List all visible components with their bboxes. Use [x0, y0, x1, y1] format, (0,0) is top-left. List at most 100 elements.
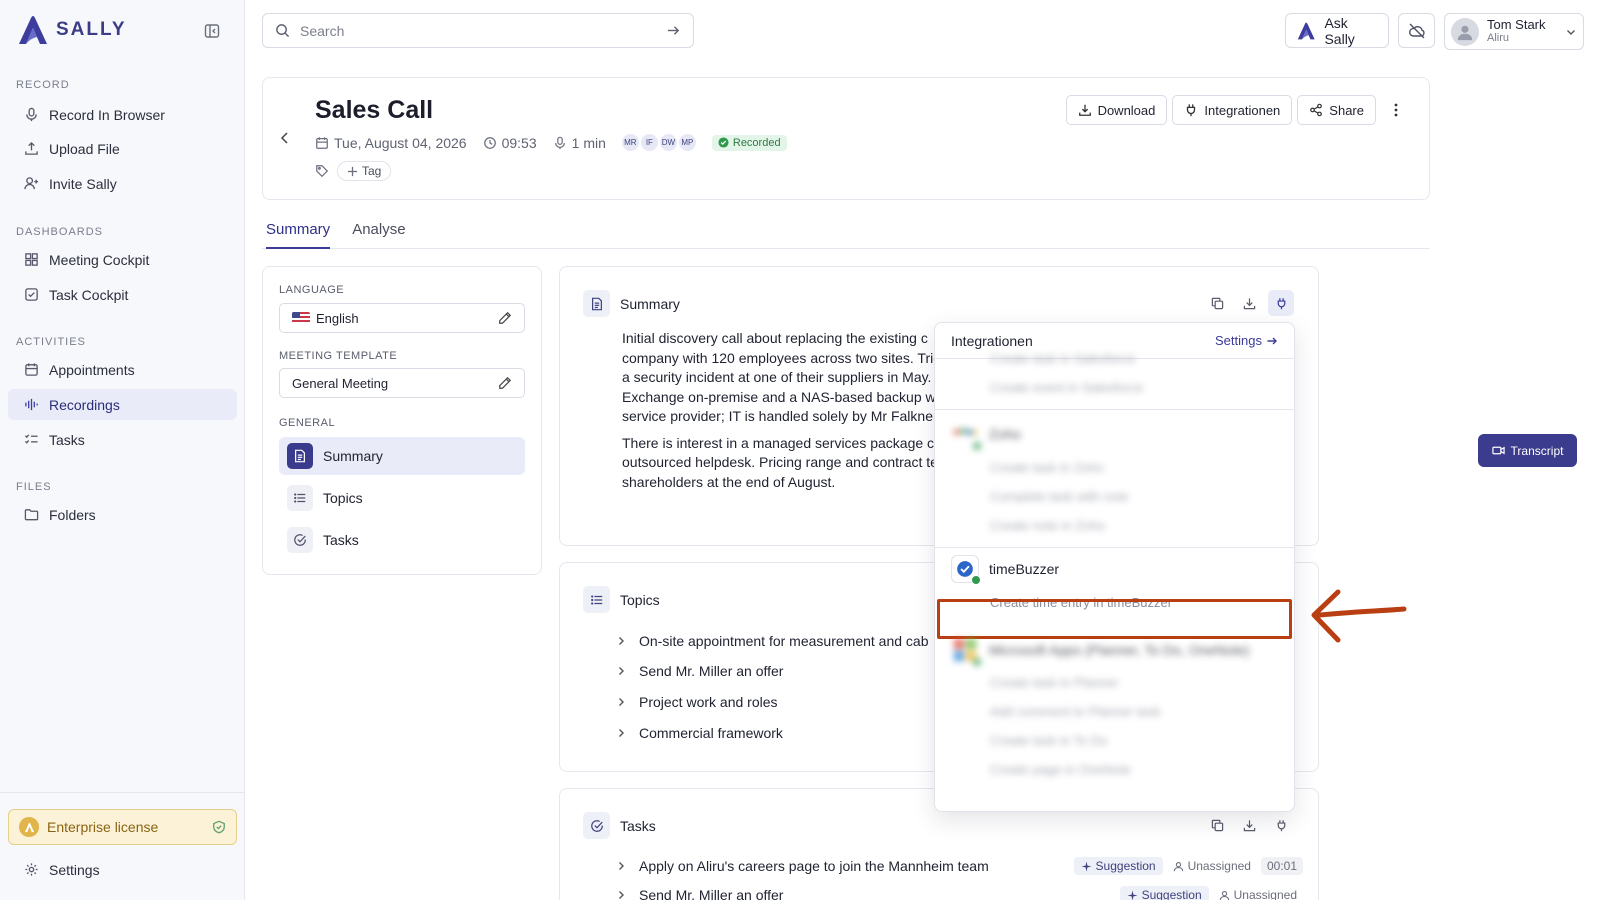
license-badge[interactable]: Enterprise license [8, 809, 237, 845]
integration-action[interactable]: Create task in Planner [990, 675, 1119, 690]
sidebar-item-settings[interactable]: Settings [8, 854, 237, 885]
suggestion-label: Suggestion [1141, 888, 1202, 900]
arrow-right-icon[interactable] [666, 23, 681, 38]
dropdown-divider [935, 409, 1294, 410]
copy-button[interactable] [1204, 290, 1230, 316]
sidebar-item-label: Task Cockpit [49, 286, 129, 303]
integration-action[interactable]: Create note in Zoho [990, 518, 1105, 533]
user-menu[interactable]: Tom Stark Aliru [1444, 13, 1584, 50]
assignee[interactable]: Unassigned [1219, 888, 1297, 900]
panel-nav-label: Topics [323, 490, 363, 506]
language-select[interactable]: English [279, 303, 525, 333]
more-options-button[interactable] [1381, 95, 1411, 125]
camera-off-button[interactable] [1398, 13, 1435, 48]
suggestion-badge[interactable]: Suggestion [1119, 886, 1209, 900]
copy-button[interactable] [1204, 812, 1230, 838]
template-select[interactable]: General Meeting [279, 368, 525, 398]
download-button[interactable] [1236, 812, 1262, 838]
integrations-toggle-button[interactable] [1268, 290, 1294, 316]
task-text: Apply on Aliru's careers page to join th… [639, 858, 989, 874]
integrations-button[interactable]: Integrationen [1172, 95, 1293, 125]
share-label: Share [1329, 102, 1364, 118]
panel-nav-tasks[interactable]: Tasks [279, 521, 525, 559]
summary-paragraph: Initial discovery call about replacing t… [622, 329, 962, 427]
integration-action[interactable]: Create event in Salesforce [990, 380, 1143, 395]
integration-group-timebuzzer: timeBuzzer [951, 555, 1059, 585]
assignee[interactable]: Unassigned [1173, 859, 1251, 873]
sidebar-item-record-in-browser[interactable]: Record In Browser [8, 99, 237, 130]
panel-nav-topics[interactable]: Topics [279, 479, 525, 517]
integration-action[interactable]: Add comment to Planner task [990, 704, 1161, 719]
sidebar: SALLY RECORD Record In Browser Upload Fi… [0, 0, 245, 900]
meeting-meta: Tue, August 04, 2026 09:53 1 min MR IF D… [315, 134, 787, 151]
integration-action[interactable]: Create task in Salesforce [990, 351, 1135, 366]
meeting-duration: 1 min [553, 135, 606, 151]
transcript-label: Transcript [1510, 443, 1564, 458]
integrations-toggle-button[interactable] [1268, 812, 1294, 838]
integrations-settings-link[interactable]: Settings [1215, 333, 1278, 348]
ask-sally-button[interactable]: Ask Sally [1285, 13, 1389, 48]
topic-item[interactable]: Send Mr. Miller an offer [615, 663, 783, 679]
download-icon [1243, 297, 1256, 310]
integration-action[interactable]: Create task in To Do [990, 733, 1108, 748]
header-actions: Download Integrationen Share [1065, 95, 1411, 125]
task-duration: 00:01 [1260, 857, 1303, 875]
panel-nav-label: Tasks [323, 532, 359, 548]
checkbox-icon [24, 287, 39, 302]
collapse-sidebar-icon[interactable] [204, 23, 220, 39]
suggestion-label: Suggestion [1095, 859, 1156, 873]
clock-icon [483, 136, 497, 150]
tab-analyse[interactable]: Analyse [352, 215, 405, 249]
download-button[interactable] [1236, 290, 1262, 316]
add-tag-label: Tag [362, 164, 382, 178]
user-plus-icon [24, 176, 39, 191]
download-button[interactable]: Download [1065, 95, 1168, 125]
back-arrow-icon[interactable] [277, 130, 293, 146]
suggestion-badge[interactable]: Suggestion [1073, 857, 1163, 875]
share-button[interactable]: Share [1297, 95, 1376, 125]
sidebar-item-folders[interactable]: Folders [8, 499, 237, 530]
topic-label: Send Mr. Miller an offer [639, 663, 784, 679]
arrow-right-icon [1266, 335, 1278, 347]
tag-row: Tag [315, 161, 392, 181]
meeting-duration-text: 1 min [571, 134, 606, 151]
integration-group-name: Microsoft Apps (Planner, To Do, OneNote) [989, 642, 1250, 658]
sidebar-item-invite-sally[interactable]: Invite Sally [8, 168, 237, 199]
pencil-icon[interactable] [498, 311, 512, 325]
topic-item[interactable]: Project work and roles [615, 694, 778, 710]
pencil-icon[interactable] [498, 376, 512, 390]
sally-logo[interactable]: SALLY [16, 14, 127, 46]
settings-panel: LANGUAGE English MEETING TEMPLATE Genera… [262, 266, 542, 575]
topic-item[interactable]: Commercial framework [615, 725, 783, 741]
integration-action[interactable]: Complete task with note [990, 489, 1129, 504]
chevron-right-icon [615, 889, 627, 900]
tab-summary[interactable]: Summary [266, 215, 331, 249]
participant-list[interactable]: MR IF DW MP [621, 134, 696, 151]
sidebar-item-task-cockpit[interactable]: Task Cockpit [8, 279, 237, 310]
sidebar-item-label: Folders [49, 506, 96, 523]
search-input[interactable] [300, 22, 656, 39]
search-bar[interactable] [262, 13, 694, 48]
section-label-files: FILES [16, 481, 52, 493]
sidebar-item-appointments[interactable]: Appointments [8, 354, 237, 385]
check-circle-icon [287, 527, 313, 553]
add-tag-button[interactable]: Tag [337, 161, 392, 181]
sidebar-item-label: Settings [49, 861, 100, 878]
sidebar-item-tasks[interactable]: Tasks [8, 424, 237, 455]
section-label-record: RECORD [16, 79, 70, 91]
assignee-label: Unassigned [1233, 888, 1297, 900]
user-icon [1219, 890, 1230, 900]
copy-icon [1211, 819, 1224, 832]
panel-nav-summary[interactable]: Summary [279, 437, 525, 475]
brand-name: SALLY [56, 19, 127, 40]
task-row[interactable]: Apply on Aliru's careers page to join th… [615, 857, 1303, 875]
integration-action[interactable]: Create task in Zoho [990, 460, 1103, 475]
copy-icon [1211, 297, 1224, 310]
sidebar-item-recordings[interactable]: Recordings [8, 389, 237, 420]
task-row[interactable]: Send Mr. Miller an offer Suggestion Unas… [615, 886, 1303, 900]
topic-item[interactable]: On-site appointment for measurement and … [615, 633, 929, 649]
sidebar-item-meeting-cockpit[interactable]: Meeting Cockpit [8, 244, 237, 275]
sidebar-item-upload-file[interactable]: Upload File [8, 133, 237, 164]
transcript-button[interactable]: Transcript [1478, 434, 1577, 467]
integration-action[interactable]: Create page in OneNote [990, 762, 1131, 777]
